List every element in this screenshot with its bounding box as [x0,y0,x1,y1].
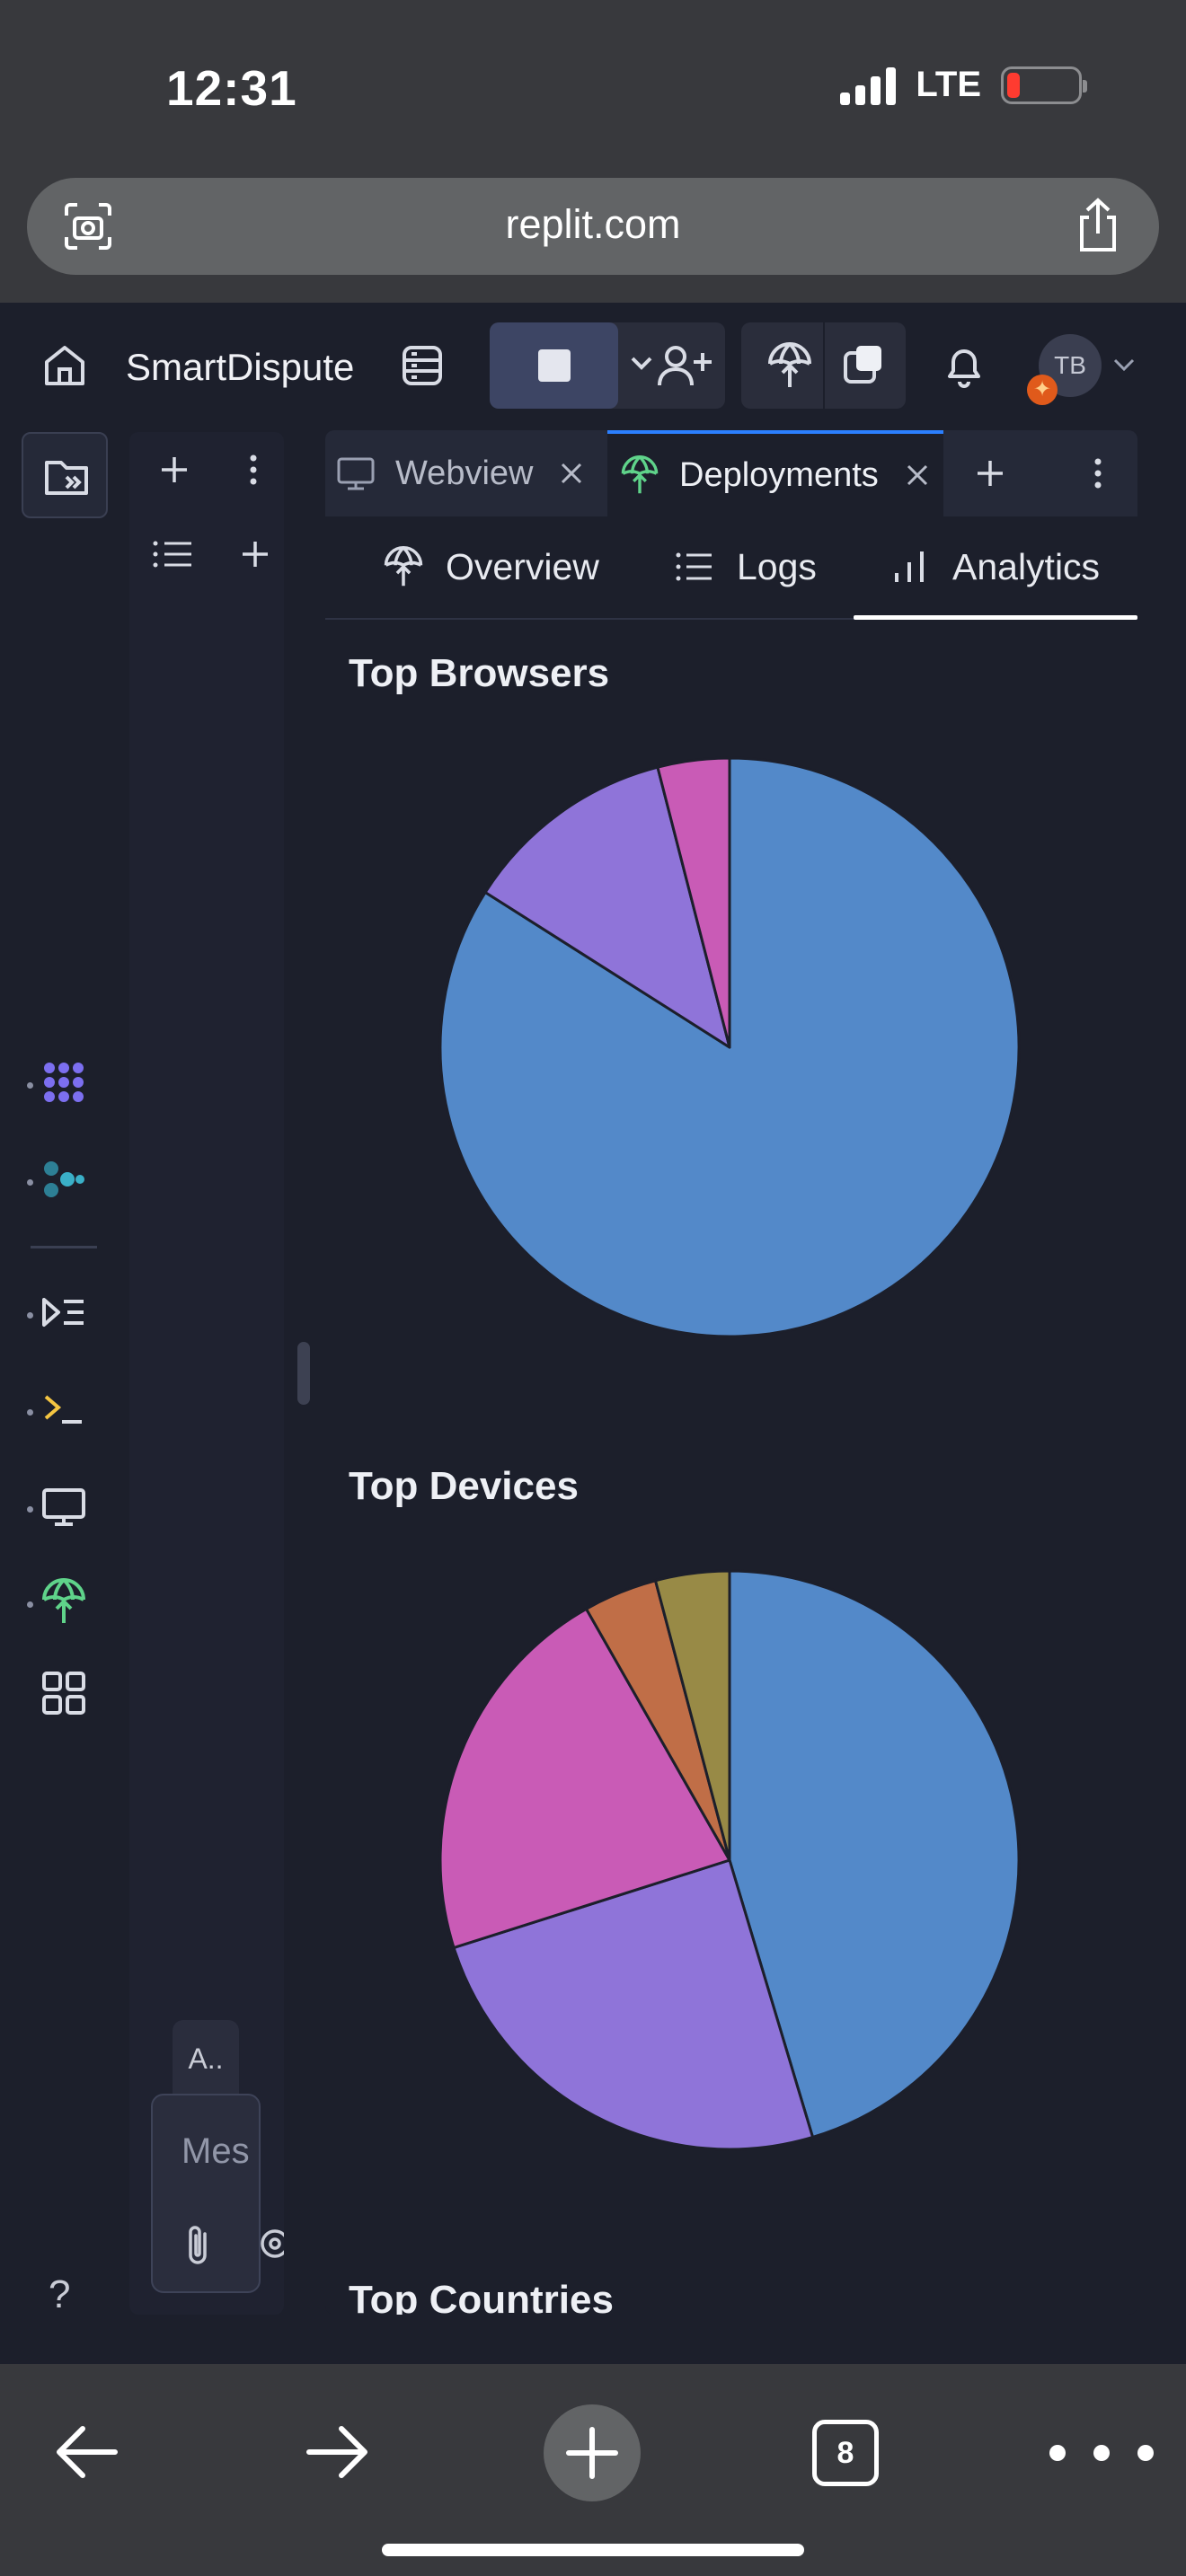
chat-pane: A.. Mes [129,432,284,2315]
rail-dot [27,1409,33,1416]
workflows-icon[interactable] [40,1289,87,1336]
rail-dot [27,1082,33,1089]
chart-title-devices: Top Devices [349,1464,579,1508]
tool-rail: ? [0,428,126,2317]
notifications-bell-icon[interactable] [941,342,987,389]
assistant-icon[interactable] [40,1156,87,1203]
settings-gear-icon[interactable] [255,2224,284,2263]
deployments-pane: Webview Deployments Overview Logs Analyt… [325,430,1137,2315]
rail-dot [27,1601,33,1608]
folder-icon [45,461,88,495]
avatar-badge-icon: ✦ [1027,375,1058,405]
active-subtab-indicator [854,615,1137,620]
browsers-pie-chart [437,754,1022,1340]
invite-user-icon[interactable] [629,340,719,391]
deploy-controls [741,322,906,409]
back-arrow-icon[interactable] [52,2422,120,2483]
deploy-icon[interactable] [766,342,813,389]
deployments-icon [621,455,659,494]
deployments-rail-icon[interactable] [40,1578,87,1625]
chart-title-browsers: Top Browsers [349,651,610,695]
more-horizontal-icon[interactable] [1046,2441,1157,2465]
monitor-icon [337,457,375,490]
new-tab-button[interactable] [544,2404,641,2501]
tab-label: Webview [395,454,534,492]
tab-label: Deployments [679,455,879,494]
chat-input-placeholder: Mes [181,2131,250,2171]
attach-paperclip-icon[interactable] [180,2221,217,2268]
subtab-label: Analytics [952,545,1101,587]
list-icon [676,552,712,581]
subtab-overview[interactable]: Overview [383,540,599,594]
plus-icon[interactable] [156,452,192,488]
deployment-subtabs: Overview Logs Analytics [325,516,1137,620]
all-tools-grid-icon[interactable] [40,1670,87,1716]
file-tree-button[interactable] [22,432,108,518]
home-icon[interactable] [40,340,90,391]
address-bar[interactable]: replit.com [27,178,1159,275]
deployments-icon [384,546,423,587]
subtab-label: Logs [737,545,817,587]
plus-icon[interactable] [237,536,273,572]
status-time: 12:31 [166,60,297,116]
status-indicators: LTE [840,65,1087,105]
new-tab-plus-icon[interactable] [972,455,1008,491]
stop-icon [537,349,571,382]
list-icon[interactable] [152,536,195,572]
stop-button[interactable] [490,322,618,409]
run-controls [490,322,725,409]
plus-icon [566,2427,618,2479]
devices-pie-chart [437,1567,1022,2153]
ios-bottom-toolbar: 8 [0,2364,1186,2576]
bar-chart-icon [895,551,924,582]
subtab-label: Overview [446,545,599,587]
chevron-down-icon[interactable] [1112,355,1136,375]
subtab-logs[interactable]: Logs [674,540,817,594]
forward-arrow-icon[interactable] [304,2422,372,2483]
home-indicator [382,2544,804,2556]
subtab-analytics[interactable]: Analytics [890,540,1100,594]
agent-icon[interactable] [40,1059,87,1106]
browsers-pie-svg [438,756,1021,1338]
rail-dot [27,1506,33,1513]
tab-count-button[interactable]: 8 [812,2420,879,2486]
ios-top-chrome: 12:31 LTE replit.com [0,0,1186,303]
console-icon[interactable] [40,1386,87,1433]
rail-divider [31,1246,97,1248]
pane-resize-handle[interactable] [297,1342,310,1405]
database-icon[interactable] [397,340,447,391]
chart-title-countries: Top Countries [349,2278,614,2315]
close-icon[interactable] [906,463,929,487]
cellular-signal-icon [840,66,897,105]
webview-icon[interactable] [40,1483,87,1530]
battery-icon [1001,66,1087,104]
share-icon[interactable] [1073,198,1123,253]
url-text[interactable]: replit.com [27,201,1159,248]
context-chip[interactable]: A.. [173,2020,239,2097]
rail-dot [27,1312,33,1319]
rail-dot [27,1179,33,1186]
multiplayer-icon[interactable] [840,342,887,389]
editor-tab-bar: Webview Deployments [325,430,1137,516]
chat-message-input[interactable]: Mes [151,2094,261,2293]
app-name[interactable]: SmartDispute [126,346,354,389]
network-type: LTE [916,65,981,104]
tab-deployments[interactable]: Deployments [607,430,943,516]
close-icon[interactable] [560,462,583,485]
app-header: SmartDispute TB ✦ [0,303,1186,428]
more-vertical-icon[interactable] [235,452,271,488]
more-vertical-icon[interactable] [1080,455,1116,491]
help-button[interactable]: ? [49,2272,70,2317]
tab-webview[interactable]: Webview [336,430,583,516]
devices-pie-svg [438,1569,1021,2151]
